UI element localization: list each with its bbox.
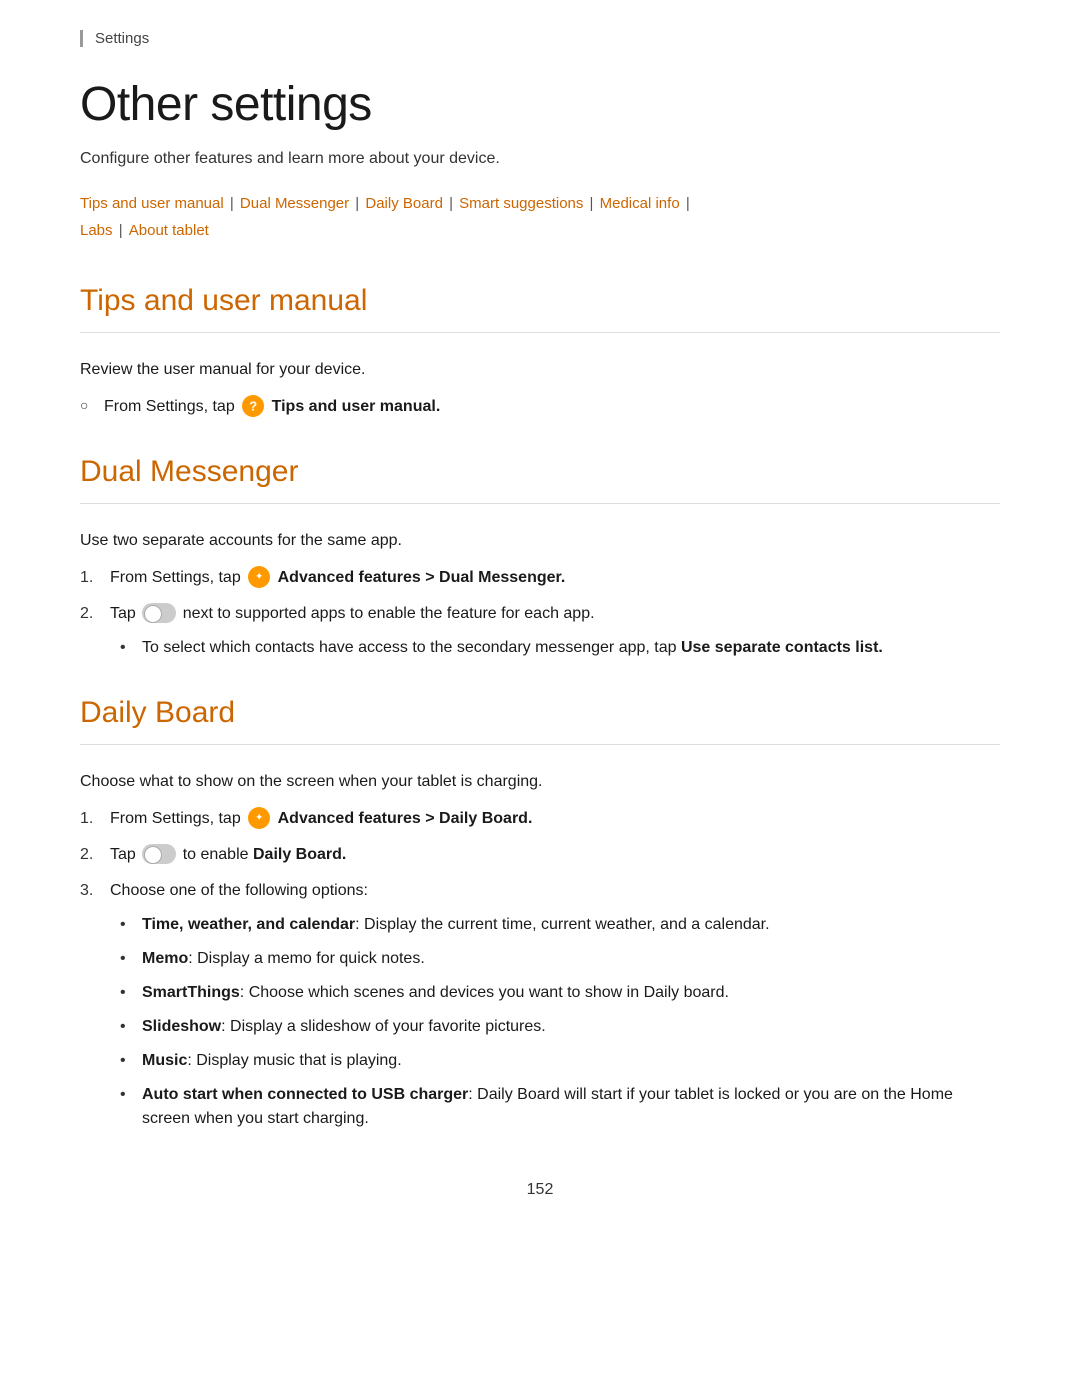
nav-link-tips[interactable]: Tips and user manual bbox=[80, 195, 224, 212]
page-container: Settings Other settings Configure other … bbox=[0, 0, 1080, 1397]
nav-link-dual-messenger[interactable]: Dual Messenger bbox=[240, 195, 349, 212]
daily-board-section: Daily Board Choose what to show on the s… bbox=[80, 696, 1000, 1131]
advanced-features-icon-2 bbox=[248, 807, 270, 829]
tips-section: Tips and user manual Review the user man… bbox=[80, 284, 1000, 419]
daily-board-option-smartthings: SmartThings: Choose which scenes and dev… bbox=[120, 981, 1000, 1005]
breadcrumb: Settings bbox=[80, 30, 1000, 47]
page-number: 152 bbox=[80, 1181, 1000, 1199]
page-title: Other settings bbox=[80, 77, 1000, 132]
dual-messenger-sub-list: To select which contacts have access to … bbox=[120, 636, 1000, 660]
daily-board-option-slideshow: Slideshow: Display a slideshow of your f… bbox=[120, 1015, 1000, 1039]
advanced-features-icon-1 bbox=[248, 566, 270, 588]
nav-link-about-tablet[interactable]: About tablet bbox=[129, 222, 209, 239]
dual-messenger-step-2: Tap next to supported apps to enable the… bbox=[80, 602, 1000, 660]
dual-messenger-sub-item-1: To select which contacts have access to … bbox=[120, 636, 1000, 660]
nav-link-medical-info[interactable]: Medical info bbox=[600, 195, 680, 212]
daily-board-section-title: Daily Board bbox=[80, 696, 1000, 730]
dual-messenger-section-desc: Use two separate accounts for the same a… bbox=[80, 532, 1000, 550]
daily-board-steps-list: From Settings, tap Advanced features > D… bbox=[80, 807, 1000, 1131]
tips-section-desc: Review the user manual for your device. bbox=[80, 361, 1000, 379]
tips-step-1: From Settings, tap Tips and user manual. bbox=[80, 395, 1000, 419]
tips-icon bbox=[242, 395, 264, 417]
daily-board-option-time: Time, weather, and calendar: Display the… bbox=[120, 913, 1000, 937]
daily-board-option-music: Music: Display music that is playing. bbox=[120, 1049, 1000, 1073]
toggle-icon-1 bbox=[142, 603, 176, 623]
page-subtitle: Configure other features and learn more … bbox=[80, 150, 1000, 168]
toggle-icon-2 bbox=[142, 844, 176, 864]
daily-board-step-1: From Settings, tap Advanced features > D… bbox=[80, 807, 1000, 831]
daily-board-options-list: Time, weather, and calendar: Display the… bbox=[120, 913, 1000, 1131]
daily-board-option-auto-start: Auto start when connected to USB charger… bbox=[120, 1083, 1000, 1131]
nav-link-smart-suggestions[interactable]: Smart suggestions bbox=[459, 195, 583, 212]
tips-section-title: Tips and user manual bbox=[80, 284, 1000, 318]
dual-messenger-step-1: From Settings, tap Advanced features > D… bbox=[80, 566, 1000, 590]
dual-messenger-steps-list: From Settings, tap Advanced features > D… bbox=[80, 566, 1000, 660]
nav-link-daily-board[interactable]: Daily Board bbox=[365, 195, 443, 212]
dual-messenger-section: Dual Messenger Use two separate accounts… bbox=[80, 455, 1000, 660]
daily-board-step-3: Choose one of the following options: Tim… bbox=[80, 879, 1000, 1131]
daily-board-section-desc: Choose what to show on the screen when y… bbox=[80, 773, 1000, 791]
daily-board-option-memo: Memo: Display a memo for quick notes. bbox=[120, 947, 1000, 971]
tips-steps-list: From Settings, tap Tips and user manual. bbox=[80, 395, 1000, 419]
daily-board-step-2: Tap to enable Daily Board. bbox=[80, 843, 1000, 867]
nav-link-labs[interactable]: Labs bbox=[80, 222, 113, 239]
dual-messenger-section-title: Dual Messenger bbox=[80, 455, 1000, 489]
nav-links: Tips and user manual | Dual Messenger | … bbox=[80, 190, 1000, 244]
